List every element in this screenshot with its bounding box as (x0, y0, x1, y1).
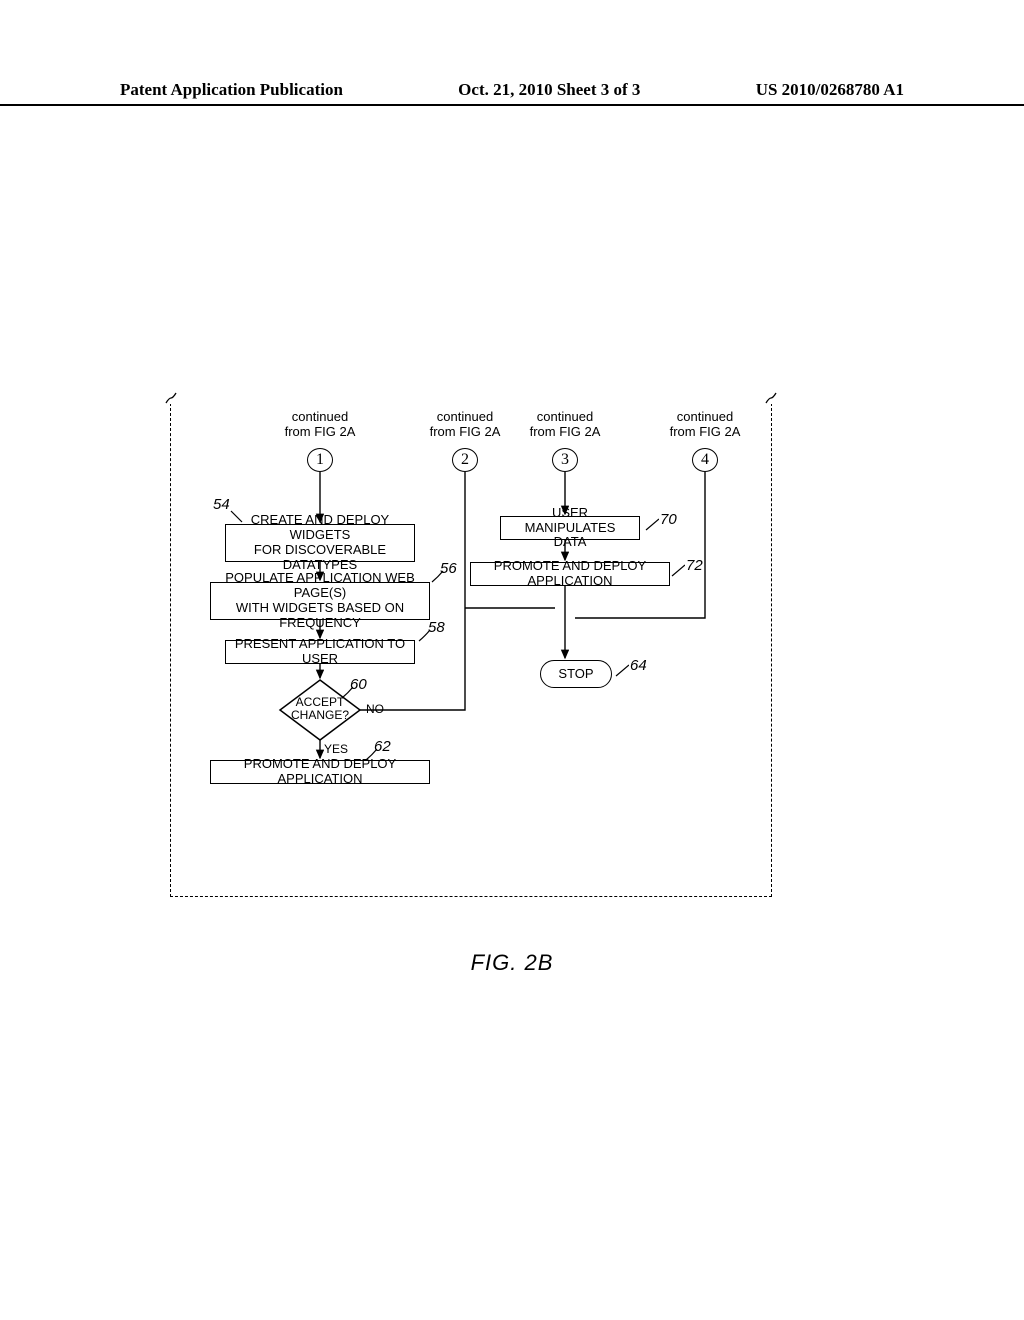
continued-label-3: continuedfrom FIG 2A (520, 410, 610, 440)
ref-70: 70 (660, 511, 677, 528)
ref-54: 54 (213, 496, 230, 513)
box-create-widgets: CREATE AND DEPLOY WIDGETSFOR DISCOVERABL… (225, 524, 415, 562)
connector-3: 3 (552, 448, 578, 472)
connector-1: 1 (307, 448, 333, 472)
continued-label-4: continuedfrom FIG 2A (660, 410, 750, 440)
header-mid: Oct. 21, 2010 Sheet 3 of 3 (458, 80, 640, 100)
figure-caption: FIG. 2B (0, 950, 1024, 976)
connector-4: 4 (692, 448, 718, 472)
box-populate-pages: POPULATE APPLICATION WEB PAGE(S)WITH WID… (210, 582, 430, 620)
ref-72: 72 (686, 557, 703, 574)
decision-no-label: NO (366, 702, 384, 716)
continued-label-1: continuedfrom FIG 2A (275, 410, 365, 440)
connector-2: 2 (452, 448, 478, 472)
box-promote-deploy-left: PROMOTE AND DEPLOY APPLICATION (210, 760, 430, 784)
stop-terminator: STOP (540, 660, 612, 688)
decision-yes-label: YES (324, 742, 348, 756)
box-promote-deploy-right: PROMOTE AND DEPLOY APPLICATION (470, 562, 670, 586)
box-present-user: PRESENT APPLICATION TO USER (225, 640, 415, 664)
page-header: Patent Application Publication Oct. 21, … (0, 80, 1024, 106)
continued-label-2: continuedfrom FIG 2A (420, 410, 510, 440)
header-right: US 2010/0268780 A1 (756, 80, 904, 100)
flowchart-canvas: continuedfrom FIG 2A continuedfrom FIG 2… (170, 398, 770, 896)
box-user-manipulates: USER MANIPULATES DATA (500, 516, 640, 540)
header-left: Patent Application Publication (120, 80, 343, 100)
ref-64: 64 (630, 657, 647, 674)
